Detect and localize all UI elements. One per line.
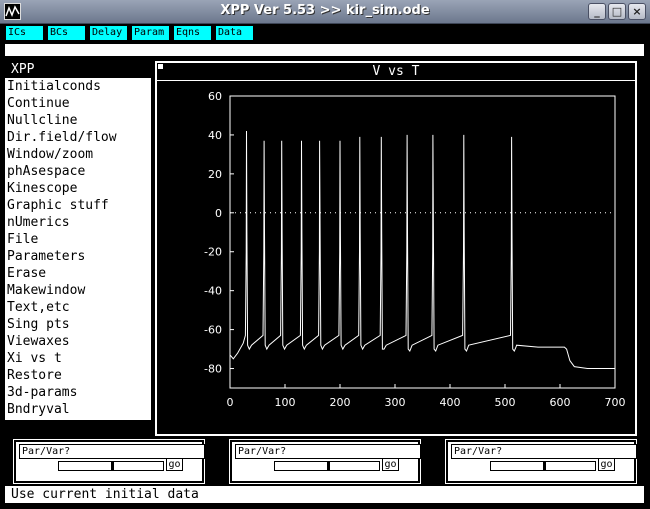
param-button[interactable]: Param xyxy=(132,26,170,40)
menu-item-restore[interactable]: Restore xyxy=(7,367,62,384)
menu-title: XPP xyxy=(5,62,151,78)
menu-item-phasespace[interactable]: phAsespace xyxy=(7,163,85,180)
top-button-bar: ICs BCs Delay Param Eqns Data xyxy=(0,24,650,42)
x-tick-label: 600 xyxy=(550,396,571,409)
y-tick-label: -20 xyxy=(204,246,222,259)
menu-item-xi-vs-t[interactable]: Xi vs t xyxy=(7,350,62,367)
go-button[interactable]: go xyxy=(598,458,615,471)
slider-thumb[interactable] xyxy=(327,461,330,471)
maximize-icon[interactable]: □ xyxy=(608,3,626,20)
y-tick-label: 60 xyxy=(208,90,222,103)
eqns-button[interactable]: Eqns xyxy=(174,26,212,40)
slider-panel-2: Par/Var? go xyxy=(229,439,421,484)
data-button[interactable]: Data xyxy=(216,26,254,40)
voltage-trace xyxy=(229,130,615,369)
minimize-icon[interactable]: _ xyxy=(588,3,606,20)
menu-item-3d-params[interactable]: 3d-params xyxy=(7,384,77,401)
plot-area[interactable]: 6040200-20-40-60-800 100 200 300 400 500 600 70… xyxy=(157,63,635,434)
y-tick-label: -80 xyxy=(204,363,222,376)
x-tick-label: 400 xyxy=(440,396,461,409)
go-button[interactable]: go xyxy=(382,458,399,471)
x-tick-label: 500 xyxy=(495,396,516,409)
slider-thumb[interactable] xyxy=(111,461,114,471)
par-var-field[interactable]: Par/Var? xyxy=(19,444,205,459)
y-tick-label: 20 xyxy=(208,168,222,181)
slider-panel-1: Par/Var? go xyxy=(13,439,205,484)
menu-item-viewaxes[interactable]: Viewaxes xyxy=(7,333,70,350)
menu-item-nullcline[interactable]: Nullcline xyxy=(7,112,77,129)
slider-track[interactable] xyxy=(58,461,164,471)
delay-button[interactable]: Delay xyxy=(90,26,128,40)
xpp-window: XPP Ver 5.53 >> kir_sim.ode _ □ × ICs BC… xyxy=(0,0,650,509)
y-tick-label: 0 xyxy=(215,207,222,220)
x-tick-label: 100 xyxy=(275,396,296,409)
menu-item-continue[interactable]: Continue xyxy=(7,95,70,112)
x-tick-label: 300 xyxy=(385,396,406,409)
title-bar[interactable]: XPP Ver 5.53 >> kir_sim.ode _ □ × xyxy=(0,0,650,24)
par-var-field[interactable]: Par/Var? xyxy=(235,444,421,459)
menu-item-initialconds[interactable]: Initialconds xyxy=(7,78,101,95)
slider-panel-3: Par/Var? go xyxy=(445,439,637,484)
slider-track[interactable] xyxy=(490,461,596,471)
menu-item-dir-field[interactable]: Dir.field/flow xyxy=(7,129,117,146)
x-tick-label: 200 xyxy=(330,396,351,409)
menu-item-bndryval[interactable]: Bndryval xyxy=(7,401,70,418)
main-menu: XPP Initialconds Continue Nullcline Dir.… xyxy=(5,62,151,420)
menu-item-sing-pts[interactable]: Sing pts xyxy=(7,316,70,333)
menu-item-kinescope[interactable]: Kinescope xyxy=(7,180,77,197)
menu-item-makewindow[interactable]: Makewindow xyxy=(7,282,85,299)
graph-window[interactable]: V vs T 60 40 20 0 -20 -40 -60 -80 0 100 200 300 400 5… xyxy=(155,61,637,436)
menu-item-window-zoom[interactable]: Window/zoom xyxy=(7,146,93,163)
menu-item-numerics[interactable]: nUmerics xyxy=(7,214,70,231)
status-line: Use current initial data xyxy=(5,486,644,503)
menu-item-erase[interactable]: Erase xyxy=(7,265,46,282)
ics-button[interactable]: ICs xyxy=(6,26,44,40)
y-tick-label: 40 xyxy=(208,129,222,142)
slider-thumb[interactable] xyxy=(543,461,546,471)
command-line[interactable] xyxy=(5,44,644,58)
window-title: XPP Ver 5.53 >> kir_sim.ode xyxy=(220,3,430,18)
close-icon[interactable]: × xyxy=(628,3,646,20)
menu-item-text-etc[interactable]: Text,etc xyxy=(7,299,70,316)
go-button[interactable]: go xyxy=(166,458,183,471)
menu-item-graphic-stuff[interactable]: Graphic stuff xyxy=(7,197,109,214)
x-tick-label: 0 xyxy=(227,396,234,409)
menu-item-parameters[interactable]: Parameters xyxy=(7,248,85,265)
y-tick-label: -60 xyxy=(204,324,222,337)
x-tick-label: 700 xyxy=(605,396,626,409)
slider-track[interactable] xyxy=(274,461,380,471)
menu-item-file[interactable]: File xyxy=(7,231,38,248)
bcs-button[interactable]: BCs xyxy=(48,26,86,40)
y-tick-label: -40 xyxy=(204,285,222,298)
par-var-field[interactable]: Par/Var? xyxy=(451,444,637,459)
